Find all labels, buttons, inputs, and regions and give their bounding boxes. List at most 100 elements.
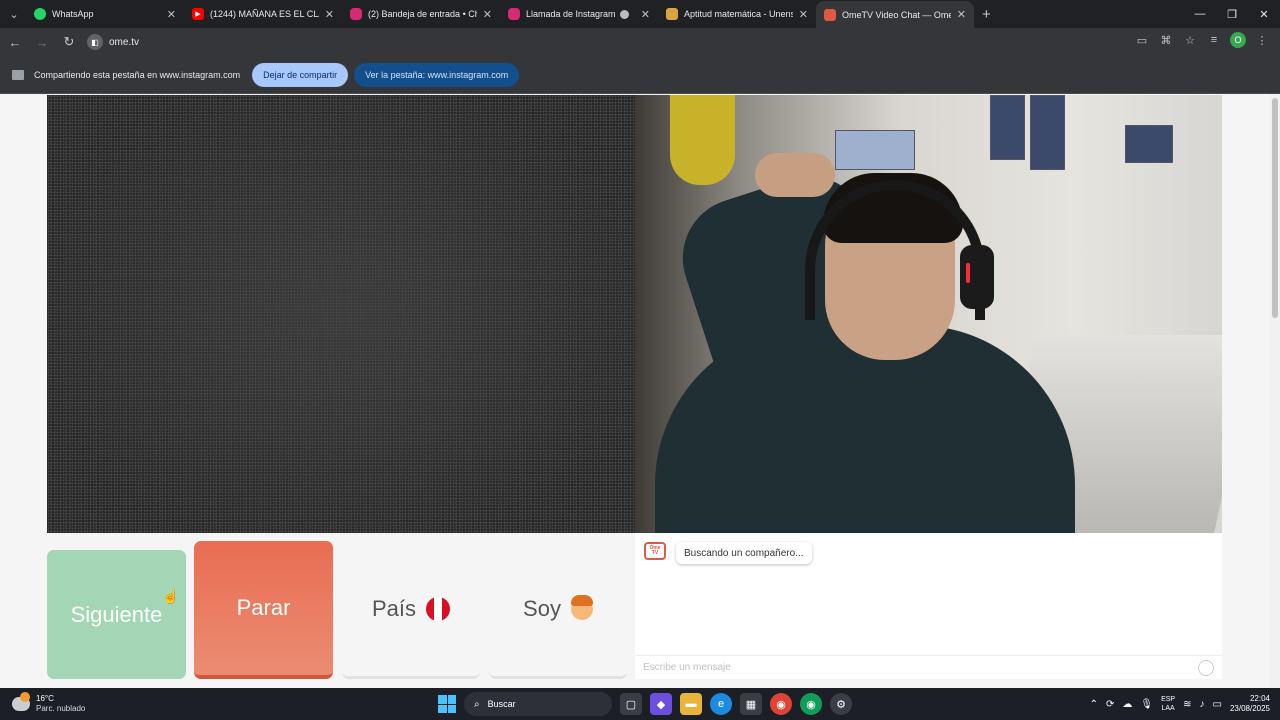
stop-button-label: Parar [236,595,291,620]
video-yellow-object [670,95,735,185]
chat-status-message: Buscando un compañero... [676,542,812,564]
next-button[interactable]: Siguiente [47,550,186,679]
close-tab-icon[interactable]: ✕ [799,8,808,21]
sync-icon[interactable]: ⟳ [1106,699,1114,710]
tab-title: Aptitud matemática - Unens Ed [684,9,793,19]
clock[interactable]: 22:04 23/08/2025 [1230,694,1270,714]
next-button-label: Siguiente [70,601,163,627]
maximize-icon[interactable]: ❐ [1216,0,1248,28]
forward-icon[interactable]: → [30,30,54,54]
chrome-profile-icon[interactable]: ◉ [800,693,822,715]
gender-button[interactable]: Soy [489,541,627,679]
taskbar-apps: ⌕ Buscar ▢ ◆ ▬ e ▦ ◉ ◉ ⚙ [438,691,852,717]
tab-ometv[interactable]: OmeTV Video Chat — Ome ✕ [816,1,974,28]
video-poster [835,130,915,170]
close-tab-icon[interactable]: ✕ [483,8,492,21]
country-button-label: País [371,595,417,621]
tab-title: (1244) MAÑANA ES EL CLÁSICO [210,9,319,19]
close-window-icon[interactable]: ✕ [1248,0,1280,28]
close-tab-icon[interactable]: ✕ [325,8,334,21]
taskbar-search[interactable]: ⌕ Buscar [464,692,612,716]
close-tab-icon[interactable]: ✕ [957,8,966,21]
screen-share-icon [12,69,24,80]
tab-aptitud[interactable]: Aptitud matemática - Unens Ed ✕ [658,2,816,26]
toolbar-actions: ▭ ⌘ ☆ ≡ O ⋮ [1134,32,1270,48]
instagram-icon [508,8,520,20]
weather-icon [12,692,30,711]
menu-icon[interactable]: ⋮ [1254,32,1270,48]
search-label: Buscar [487,699,516,709]
media-control-icon[interactable]: ≡ [1206,32,1222,48]
country-button[interactable]: País [342,541,480,679]
whatsapp-icon [34,8,46,20]
video-poster [990,95,1025,160]
back-icon[interactable]: ← [3,30,27,54]
ometv-logo: Ome TV [644,542,666,560]
profile-avatar[interactable]: O [1230,32,1246,48]
language-indicator[interactable]: ESP LAA [1161,695,1175,713]
windows-start-icon[interactable] [438,695,456,713]
copilot-icon[interactable]: ◆ [650,693,672,715]
message-input[interactable] [643,662,1183,673]
emoji-icon[interactable] [1198,660,1214,676]
instagram-icon [350,8,362,20]
edge-icon[interactable]: e [710,693,732,715]
mouse-cursor-icon: ☝ [162,588,180,604]
self-camera-video [635,95,1222,533]
settings-gear-icon[interactable]: ⚙ [830,693,852,715]
cast-icon[interactable]: ▭ [1134,32,1150,48]
boy-face-icon [570,594,593,620]
stop-button[interactable]: Parar [194,541,333,679]
system-tray: ⌃ ⟳ ☁ 🎙 ESP LAA ≋ ♪ ▭ 22:04 23/08/2025 [1090,688,1270,720]
page-scrollbar[interactable] [1270,94,1280,688]
store-icon[interactable]: ▦ [740,693,762,715]
close-tab-icon[interactable]: ✕ [167,8,176,21]
task-view-icon[interactable]: ▢ [620,693,642,715]
view-tab-button[interactable]: Ver la pestaña: www.instagram.com [354,62,520,87]
tab-search-icon[interactable]: ⌄ [2,3,26,25]
stop-sharing-button[interactable]: Dejar de compartir [252,62,349,87]
minimize-icon[interactable]: — [1184,0,1216,28]
tab-instagram-inbox[interactable]: (2) Bandeja de entrada • Chats ✕ [342,2,500,26]
peru-flag-icon [426,596,451,621]
battery-icon[interactable]: ▭ [1213,699,1222,710]
message-bar [635,655,1222,679]
youtube-icon: ▶ [192,8,204,20]
video-headset-led [966,263,970,283]
chevron-up-icon[interactable]: ⌃ [1090,699,1098,710]
browser-toolbar: ← → ↻ ◧ ome.tv ▭ ⌘ ☆ ≡ O ⋮ [0,28,1280,56]
tab-title: Llamada de Instagram [526,9,616,19]
address-bar[interactable]: ◧ ome.tv [87,31,139,53]
microphone-icon[interactable]: 🎙 [1140,699,1153,710]
gender-button-label: Soy [523,595,561,621]
wifi-icon[interactable]: ≋ [1183,699,1191,710]
chrome-icon[interactable]: ◉ [770,693,792,715]
tab-instagram-call[interactable]: Llamada de Instagram ✕ [500,2,658,26]
tab-youtube[interactable]: ▶ (1244) MAÑANA ES EL CLÁSICO ✕ [184,2,342,26]
tab-whatsapp[interactable]: WhatsApp ✕ [26,2,184,26]
weather-widget[interactable]: 16°C Parc. nublado [12,692,86,714]
partner-video-static [47,95,635,533]
window-controls: — ❐ ✕ [1184,0,1280,28]
tab-sharing-bar: Compartiendo esta pestaña en www.instagr… [0,56,1280,94]
reload-icon[interactable]: ↻ [57,30,81,54]
onedrive-icon[interactable]: ☁ [1122,699,1132,710]
video-poster [1125,125,1173,163]
file-explorer-icon[interactable]: ▬ [680,693,702,715]
scrollbar-thumb[interactable] [1272,98,1278,318]
chat-panel: Ome TV Buscando un compañero... [635,533,1222,679]
weather-condition: Parc. nublado [36,704,86,713]
weather-temp: 16°C [36,694,54,703]
translate-icon[interactable]: ⌘ [1158,32,1174,48]
bookmark-star-icon[interactable]: ☆ [1182,32,1198,48]
recording-icon [619,9,629,19]
new-tab-button[interactable]: + [982,6,991,23]
close-tab-icon[interactable]: ✕ [641,8,650,21]
site-info-icon[interactable]: ◧ [87,34,103,50]
search-icon: ⌕ [474,698,480,710]
tab-title: WhatsApp [52,9,94,19]
volume-icon[interactable]: ♪ [1200,699,1205,710]
clock-date: 23/08/2025 [1229,704,1270,713]
tab-title: OmeTV Video Chat — Ome [842,9,951,20]
clock-time: 22:04 [1249,694,1270,703]
